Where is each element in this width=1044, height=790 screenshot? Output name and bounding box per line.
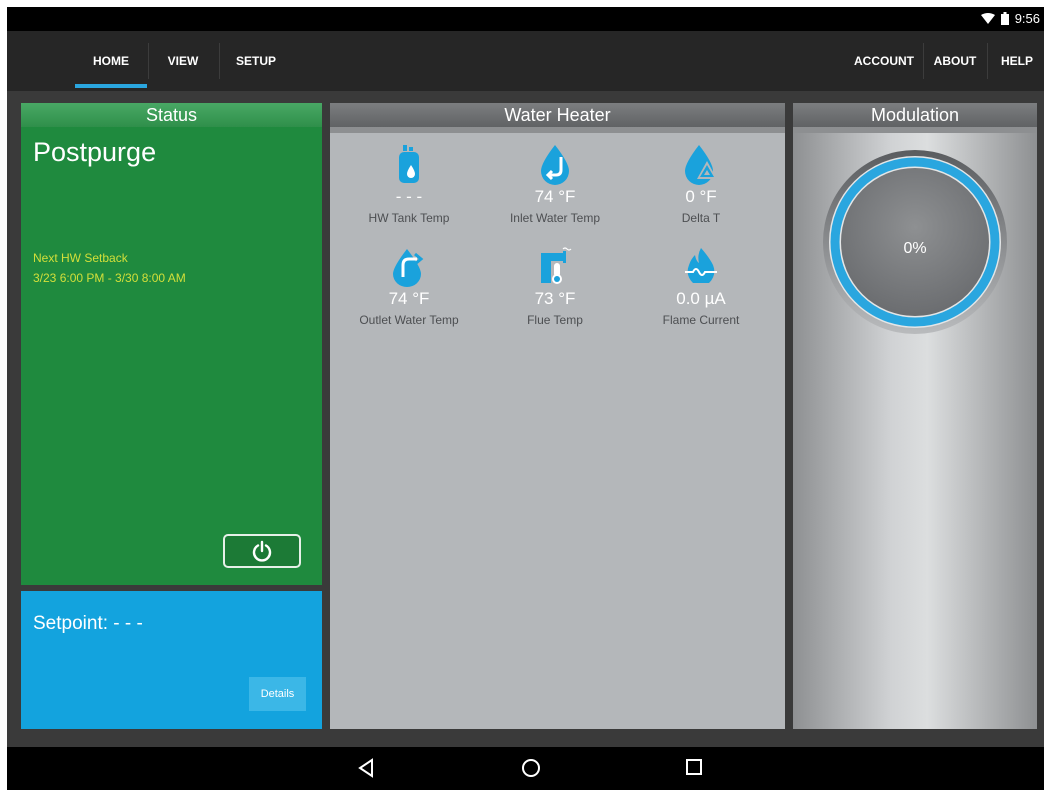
flame-current-label: Flame Current — [662, 313, 740, 327]
status-panel: Status Postpurge Next HW Setback 3/23 6:… — [21, 103, 322, 585]
tile-flame-current: 0.0 µA Flame Current — [626, 243, 776, 327]
tab-view[interactable]: VIEW — [157, 31, 209, 91]
power-icon — [252, 540, 272, 562]
modulation-title: Modulation — [793, 103, 1037, 133]
top-navigation: HOME VIEW SETUP ACCOUNT ABOUT HELP — [7, 31, 1044, 91]
water-heater-title: Water Heater — [330, 103, 785, 133]
inlet-water-temp-value: 74 °F — [534, 187, 576, 206]
flue-temp-icon — [541, 247, 572, 284]
delta-t-icon — [685, 145, 717, 185]
tab-help[interactable]: HELP — [995, 31, 1039, 91]
setpoint-label: Setpoint: - - - — [33, 613, 143, 634]
hw-tank-temp-label: HW Tank Temp — [368, 211, 450, 225]
outlet-water-temp-label: Outlet Water Temp — [359, 313, 459, 327]
battery-icon — [1000, 12, 1009, 25]
water-heater-panel: Water Heater - - - HW Tank Temp 74 °F In… — [330, 103, 785, 729]
outlet-water-icon — [393, 249, 424, 287]
main-content: Status Postpurge Next HW Setback 3/23 6:… — [7, 91, 1044, 747]
flue-temp-value: 73 °F — [534, 289, 576, 308]
system-status-bar: 9:56 — [7, 7, 1044, 31]
flame-current-value: 0.0 µA — [676, 289, 726, 308]
clock: 9:56 — [1014, 11, 1040, 26]
tank-icon — [399, 145, 419, 183]
modulation-panel: Modulation 0% — [793, 103, 1037, 729]
flue-temp-label: Flue Temp — [527, 313, 583, 327]
nav-divider — [987, 43, 988, 79]
setback-range: 3/23 6:00 PM - 3/30 8:00 AM — [33, 271, 186, 285]
back-icon[interactable] — [357, 758, 375, 778]
tab-setup[interactable]: SETUP — [227, 31, 285, 91]
setback-label: Next HW Setback — [33, 251, 128, 265]
delta-t-label: Delta T — [681, 211, 721, 225]
tile-hw-tank-temp: - - - HW Tank Temp — [334, 141, 484, 225]
nav-divider — [219, 43, 220, 79]
recents-icon[interactable] — [685, 758, 703, 776]
tile-inlet-water-temp: 74 °F Inlet Water Temp — [480, 141, 630, 225]
setpoint-panel: Setpoint: - - - Details — [21, 591, 322, 729]
system-navigation-bar — [7, 747, 1044, 790]
nav-divider — [923, 43, 924, 79]
tile-delta-t: 0 °F Delta T — [626, 141, 776, 225]
tab-home[interactable]: HOME — [75, 31, 147, 91]
tile-outlet-water-temp: 74 °F Outlet Water Temp — [334, 243, 484, 327]
home-icon[interactable] — [521, 758, 541, 778]
hw-tank-temp-value: - - - — [395, 187, 423, 206]
inlet-water-icon — [541, 145, 569, 185]
flame-current-icon — [685, 248, 717, 283]
delta-t-value: 0 °F — [685, 187, 717, 206]
wifi-icon — [980, 13, 995, 24]
nav-divider — [148, 43, 149, 79]
status-state: Postpurge — [33, 137, 157, 167]
status-panel-title: Status — [21, 103, 322, 127]
power-button[interactable] — [223, 534, 301, 568]
tab-account[interactable]: ACCOUNT — [849, 31, 919, 91]
tab-about[interactable]: ABOUT — [929, 31, 981, 91]
inlet-water-temp-label: Inlet Water Temp — [509, 211, 601, 225]
modulation-value: 0% — [903, 240, 927, 257]
details-button[interactable]: Details — [249, 677, 306, 711]
outlet-water-temp-value: 74 °F — [388, 289, 430, 308]
tile-flue-temp: 73 °F Flue Temp — [480, 243, 630, 327]
tablet-screen: 9:56 HOME VIEW SETUP ACCOUNT ABOUT HELP … — [7, 7, 1044, 790]
